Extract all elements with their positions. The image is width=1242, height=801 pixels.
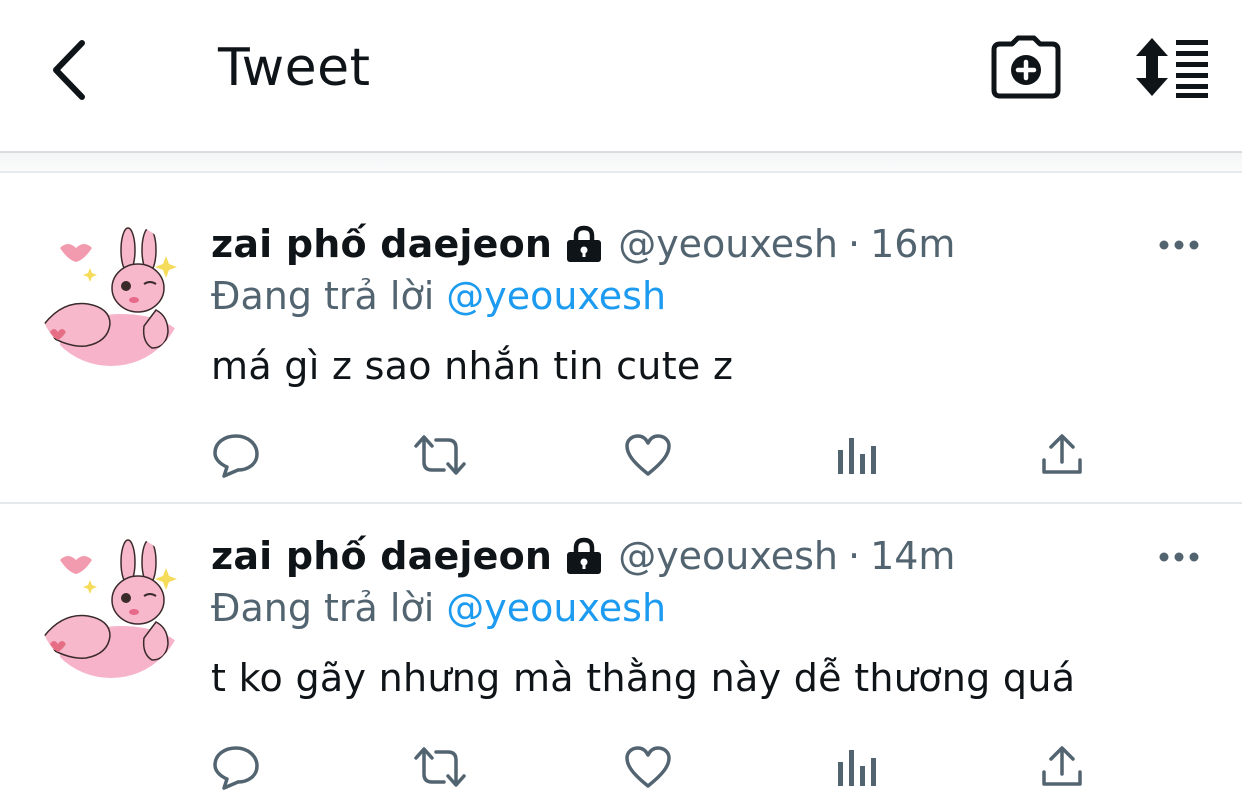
analytics-icon (838, 438, 876, 474)
like-button[interactable] (620, 430, 676, 480)
sort-lines-icon (1136, 38, 1208, 98)
tweet-text: má gì z sao nhắn tin cute z (211, 344, 734, 388)
more-horizontal-icon (1159, 240, 1199, 250)
camera-plus-icon (991, 35, 1061, 99)
timestamp[interactable]: 16m (870, 222, 955, 266)
tweet-actions (0, 430, 1242, 480)
retweet-icon (414, 747, 466, 787)
share-button[interactable] (1034, 430, 1090, 480)
top-bar: Tweet (0, 0, 1242, 153)
separator-dot: · (847, 534, 861, 578)
tweet[interactable]: zai phố daejeon @yeouxesh · 16m Đang trả… (0, 192, 1242, 504)
reply-icon (213, 434, 259, 478)
reply-to-handle[interactable]: @yeouxesh (446, 274, 666, 318)
reply-button[interactable] (208, 742, 264, 792)
share-icon (1042, 746, 1082, 786)
bunny-sticker-avatar (38, 227, 184, 366)
reply-icon (213, 746, 259, 790)
replying-to: Đang trả lời @yeouxesh (211, 274, 666, 318)
retweet-button[interactable] (412, 430, 468, 480)
share-button[interactable] (1034, 742, 1090, 792)
tweet-actions (0, 742, 1242, 792)
heart-icon (625, 746, 671, 788)
page-title: Tweet (218, 38, 371, 98)
more-options-button[interactable] (1156, 542, 1202, 572)
analytics-icon (838, 750, 876, 786)
header-divider (0, 153, 1242, 173)
lock-icon (567, 537, 602, 574)
like-button[interactable] (620, 742, 676, 792)
timestamp[interactable]: 14m (870, 534, 955, 578)
lock-icon (567, 225, 602, 262)
bunny-sticker-avatar (38, 539, 184, 678)
more-options-button[interactable] (1156, 230, 1202, 260)
tweet-text: t ko gãy nhưng mà thằng này dễ thương qu… (211, 656, 1076, 700)
user-handle[interactable]: @yeouxesh (618, 534, 838, 578)
replying-to: Đang trả lời @yeouxesh (211, 586, 666, 630)
reply-button[interactable] (208, 430, 264, 480)
chevron-left-icon (53, 40, 85, 100)
more-horizontal-icon (1159, 552, 1199, 562)
tweet-header: zai phố daejeon @yeouxesh · 16m (211, 222, 955, 266)
display-name[interactable]: zai phố daejeon (211, 534, 552, 578)
back-button[interactable] (36, 32, 100, 108)
tweet[interactable]: zai phố daejeon @yeouxesh · 14m Đang trả… (0, 504, 1242, 801)
avatar[interactable] (38, 532, 184, 678)
avatar[interactable] (38, 220, 184, 366)
retweet-icon (414, 435, 466, 475)
user-handle[interactable]: @yeouxesh (618, 222, 838, 266)
share-icon (1042, 434, 1082, 474)
separator-dot: · (847, 222, 861, 266)
retweet-button[interactable] (412, 742, 468, 792)
analytics-button[interactable] (828, 742, 884, 792)
analytics-button[interactable] (828, 430, 884, 480)
camera-button[interactable] (988, 34, 1064, 104)
reply-prefix: Đang trả lời (211, 274, 435, 318)
heart-icon (625, 434, 671, 476)
reply-to-handle[interactable]: @yeouxesh (446, 586, 666, 630)
tweet-header: zai phố daejeon @yeouxesh · 14m (211, 534, 955, 578)
timeline-sort-button[interactable] (1126, 34, 1216, 100)
display-name[interactable]: zai phố daejeon (211, 222, 552, 266)
reply-prefix: Đang trả lời (211, 586, 435, 630)
